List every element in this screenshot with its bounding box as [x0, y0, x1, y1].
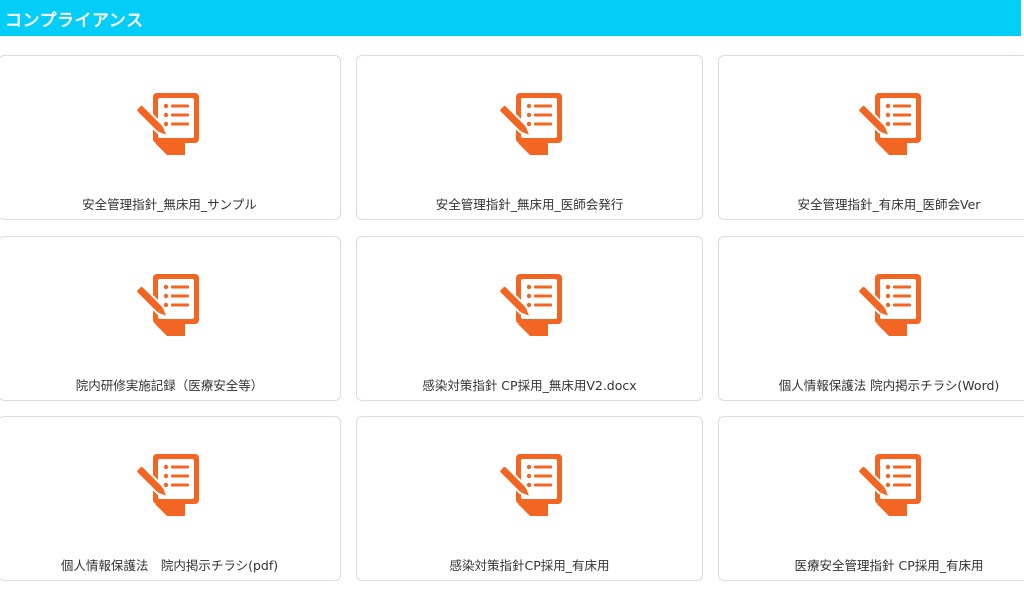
document-card[interactable]: 安全管理指針_無床用_医師会発行 [356, 55, 703, 220]
document-card-label: 安全管理指針_有床用_医師会Ver [797, 197, 981, 212]
document-card[interactable]: 個人情報保護法 院内掲示チラシ(pdf) [0, 416, 341, 581]
document-edit-icon [856, 93, 921, 155]
document-card[interactable]: 院内研修実施記録（医療安全等） [0, 236, 341, 401]
document-card[interactable]: 安全管理指針_有床用_医師会Ver [718, 55, 1024, 220]
document-card[interactable]: 安全管理指針_無床用_サンプル [0, 55, 341, 220]
document-card[interactable]: 感染対策指針CP採用_有床用 [356, 416, 703, 581]
document-edit-icon [134, 274, 199, 336]
document-card[interactable]: 医療安全管理指針 CP採用_有床用 [718, 416, 1024, 581]
document-edit-icon [134, 93, 199, 155]
document-edit-icon [856, 454, 921, 516]
document-card[interactable]: 個人情報保護法 院内掲示チラシ(Word) [718, 236, 1024, 401]
document-edit-icon [134, 454, 199, 516]
document-edit-icon [497, 274, 562, 336]
document-card-label: 感染対策指針CP採用_有床用 [449, 558, 610, 573]
document-card-label: 安全管理指針_無床用_医師会発行 [435, 197, 624, 212]
document-card-label: 院内研修実施記録（医療安全等） [75, 378, 264, 393]
document-card[interactable]: 感染対策指針 CP採用_無床用V2.docx [356, 236, 703, 401]
document-card-label: 医療安全管理指針 CP採用_有床用 [794, 558, 984, 573]
document-card-label: 安全管理指針_無床用_サンプル [82, 197, 257, 212]
document-edit-icon [856, 274, 921, 336]
document-edit-icon [497, 93, 562, 155]
document-card-label: 感染対策指針 CP採用_無床用V2.docx [422, 378, 637, 393]
document-card-label: 個人情報保護法 院内掲示チラシ(pdf) [60, 558, 279, 573]
document-card-label: 個人情報保護法 院内掲示チラシ(Word) [778, 378, 1000, 393]
document-grid: 安全管理指針_無床用_サンプル 安全管理指針_無床用_医師会発行 安全管理指針_… [0, 0, 1024, 611]
document-edit-icon [497, 454, 562, 516]
